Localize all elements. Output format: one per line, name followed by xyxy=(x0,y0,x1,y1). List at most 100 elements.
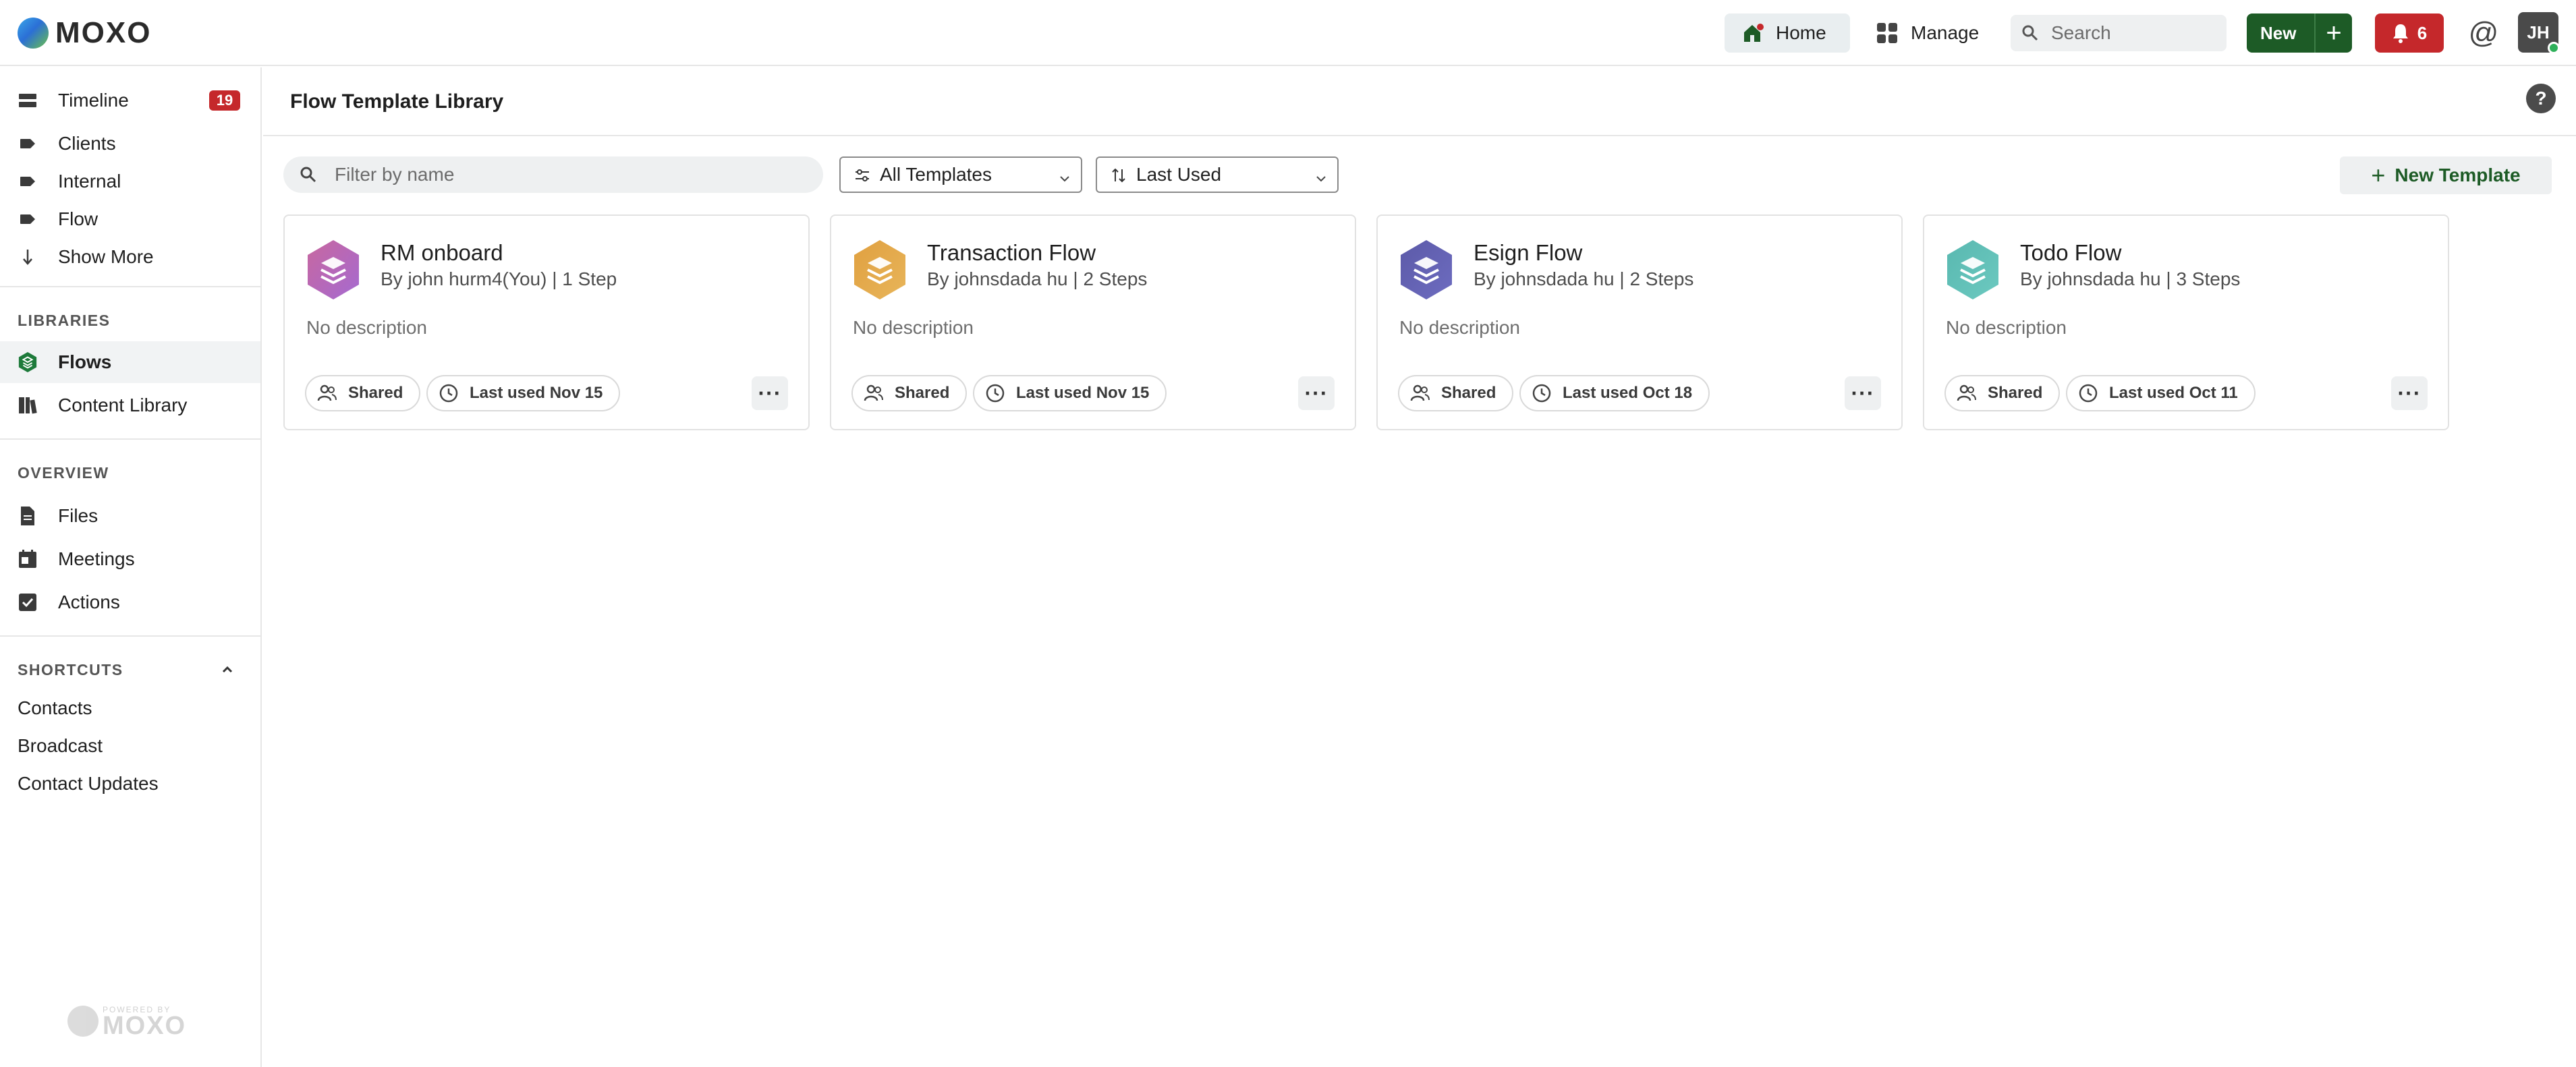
last-used-label: Last used Oct 18 xyxy=(1563,384,1693,402)
mentions-icon[interactable]: @ xyxy=(2467,16,2500,50)
shared-label: Shared xyxy=(1441,384,1496,402)
clock-icon xyxy=(2078,383,2098,403)
users-icon xyxy=(1957,383,1977,403)
template-meta: By john hurm4(You) | 1 Step xyxy=(381,268,617,289)
clock-icon xyxy=(1532,383,1552,403)
checkbox-icon xyxy=(18,592,38,612)
shared-label: Shared xyxy=(1988,384,2043,402)
users-icon xyxy=(864,383,884,403)
template-card[interactable]: RM onboard By john hurm4(You) | 1 Step N… xyxy=(283,214,810,430)
sidebar-item-content-library[interactable]: Content Library xyxy=(0,384,260,426)
flow-template-icon xyxy=(1398,239,1455,301)
sidebar-item-label: Actions xyxy=(58,592,120,612)
chevron-down-icon xyxy=(1314,169,1328,182)
template-card[interactable]: Esign Flow By johnsdada hu | 2 Steps No … xyxy=(1376,214,1903,430)
sidebar-item-label: Internal xyxy=(58,171,121,192)
shortcut-contact-updates[interactable]: Contact Updates xyxy=(18,773,159,795)
global-search-input[interactable]: Search xyxy=(2011,15,2227,51)
timeline-icon xyxy=(18,90,38,111)
template-card[interactable]: Todo Flow By johnsdada hu | 3 Steps No d… xyxy=(1923,214,2449,430)
shared-chip[interactable]: Shared xyxy=(305,375,421,411)
users-icon xyxy=(317,383,337,403)
sidebar-item-label: Files xyxy=(58,505,99,526)
last-used-chip: Last used Nov 15 xyxy=(426,375,621,411)
template-description: No description xyxy=(1399,317,1520,338)
grid-icon xyxy=(1877,23,1897,43)
template-description: No description xyxy=(306,317,427,338)
new-button[interactable]: New + xyxy=(2247,13,2352,53)
file-icon xyxy=(18,506,38,526)
shortcut-contacts[interactable]: Contacts xyxy=(18,697,92,719)
moxo-logo[interactable]: MOXO xyxy=(18,16,152,49)
home-button[interactable]: Home xyxy=(1725,13,1850,53)
help-icon[interactable]: ? xyxy=(2526,84,2556,113)
library-icon xyxy=(18,395,38,415)
sidebar-item-label: Clients xyxy=(58,133,116,154)
shortcuts-section-title: SHORTCUTS xyxy=(18,661,123,679)
home-label: Home xyxy=(1776,22,1826,43)
manage-button[interactable]: Manage xyxy=(1877,13,1979,53)
tag-icon xyxy=(18,134,38,154)
template-filter-value: All Templates xyxy=(880,164,992,185)
plus-icon[interactable]: + xyxy=(2316,13,2352,53)
template-description: No description xyxy=(1946,317,2067,338)
more-options-button[interactable]: ··· xyxy=(752,376,788,410)
shared-chip[interactable]: Shared xyxy=(1944,375,2061,411)
moxo-logo-mark xyxy=(67,1006,99,1037)
template-title[interactable]: Transaction Flow xyxy=(927,240,1096,266)
new-label: New xyxy=(2260,22,2297,43)
online-status-dot xyxy=(2548,42,2560,54)
sidebar-item-label: Show More xyxy=(58,246,154,267)
chevron-down-icon xyxy=(1058,169,1071,182)
sidebar-item-timeline[interactable]: Timeline 19 xyxy=(0,80,260,121)
manage-label: Manage xyxy=(1911,22,1980,43)
shared-chip[interactable]: Shared xyxy=(1398,375,1514,411)
notifications-button[interactable]: 6 xyxy=(2375,13,2444,53)
template-title[interactable]: Esign Flow xyxy=(1474,240,1582,266)
shared-chip[interactable]: Shared xyxy=(851,375,968,411)
filter-placeholder: Filter by name xyxy=(335,164,455,185)
sidebar-item-flows[interactable]: Flows xyxy=(0,341,260,383)
shortcut-broadcast[interactable]: Broadcast xyxy=(18,735,103,757)
last-used-label: Last used Oct 11 xyxy=(2109,384,2238,402)
more-options-button[interactable]: ··· xyxy=(2391,376,2428,410)
powered-by-brand: MOXO xyxy=(103,1012,187,1040)
template-title[interactable]: Todo Flow xyxy=(2020,240,2121,266)
sidebar-item-files[interactable]: Files xyxy=(0,495,260,537)
plus-icon: + xyxy=(2371,161,2386,189)
shared-label: Shared xyxy=(348,384,403,402)
timeline-badge: 19 xyxy=(209,90,240,111)
template-meta: By johnsdada hu | 2 Steps xyxy=(1474,268,1694,289)
template-title[interactable]: RM onboard xyxy=(381,240,503,266)
users-icon xyxy=(1410,383,1430,403)
sidebar-item-show-more[interactable]: Show More xyxy=(0,236,260,278)
sidebar-divider xyxy=(0,438,260,440)
last-used-label: Last used Nov 15 xyxy=(470,384,603,402)
tag-icon xyxy=(18,209,38,229)
more-options-button[interactable]: ··· xyxy=(1845,376,1881,410)
template-meta: By johnsdada hu | 3 Steps xyxy=(2020,268,2241,289)
sidebar-item-actions[interactable]: Actions xyxy=(0,581,260,623)
arrow-down-icon xyxy=(18,247,38,267)
chevron-up-icon[interactable] xyxy=(219,661,236,679)
template-filter-dropdown[interactable]: All Templates xyxy=(839,156,1082,193)
sidebar-item-label: Meetings xyxy=(58,548,135,569)
shared-label: Shared xyxy=(895,384,950,402)
new-template-button[interactable]: + New Template xyxy=(2340,156,2552,194)
sidebar-item-label: Content Library xyxy=(58,395,188,415)
template-card[interactable]: Transaction Flow By johnsdada hu | 2 Ste… xyxy=(830,214,1356,430)
sidebar-item-clients[interactable]: Clients xyxy=(0,123,260,165)
sidebar-item-internal[interactable]: Internal xyxy=(0,161,260,202)
filter-by-name-input[interactable]: Filter by name xyxy=(283,156,823,193)
sidebar-item-flow[interactable]: Flow xyxy=(0,198,260,240)
brand-name: MOXO xyxy=(55,16,152,49)
calendar-icon xyxy=(18,549,38,569)
sidebar-item-meetings[interactable]: Meetings xyxy=(0,538,260,580)
flows-icon xyxy=(18,352,38,372)
clock-icon xyxy=(439,383,459,403)
sort-dropdown[interactable]: Last Used xyxy=(1096,156,1339,193)
flow-template-icon xyxy=(851,239,908,301)
last-used-chip: Last used Oct 18 xyxy=(1519,375,1710,411)
more-options-button[interactable]: ··· xyxy=(1298,376,1335,410)
user-avatar[interactable]: JH xyxy=(2518,12,2560,54)
